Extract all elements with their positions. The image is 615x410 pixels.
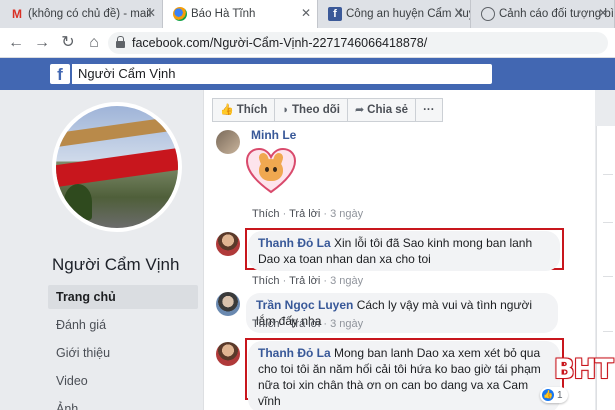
url-text: facebook.com/Người-Cẩm-Vịnh-227174606641… (132, 36, 428, 50)
url-field[interactable]: facebook.com/Người-Cẩm-Vịnh-227174606641… (108, 32, 608, 54)
nav-item-about[interactable]: Giới thiệu (48, 341, 198, 365)
reaction-count: 1 (557, 389, 563, 401)
facebook-icon: f (328, 7, 342, 21)
avatar[interactable] (216, 232, 240, 256)
reaction-badge[interactable]: 👍 1 (540, 387, 568, 403)
back-arrow-icon[interactable]: ← (6, 33, 26, 53)
comment-meta: Thích · Trả lời · 3 ngày (252, 275, 364, 287)
comment-time[interactable]: 3 ngày (330, 275, 363, 287)
close-tab-icon[interactable]: ✕ (146, 6, 156, 20)
comment-time[interactable]: 3 ngày (330, 208, 363, 220)
share-arrow-icon: ➦ (354, 104, 365, 116)
page-profile-picture[interactable] (52, 102, 182, 232)
page-left-column: Người Cẩm Vịnh Trang chủ Đánh giá Giới t… (0, 90, 203, 410)
close-tab-icon[interactable]: ✕ (454, 6, 464, 20)
close-tab-icon[interactable]: ✕ (301, 6, 311, 20)
browser-tab-facebook[interactable]: f Công an huyện Cẩm Xuy ✕ (318, 0, 471, 28)
comment-author[interactable]: Thanh Đỏ La (258, 346, 331, 360)
post-comments-card: 👍 Thích ◗ Theo dõi ➦ Chia sẻ ··· Minh Le… (203, 90, 595, 410)
gmail-icon: M (12, 7, 22, 21)
comment-author[interactable]: Minh Le (251, 128, 296, 142)
browser-tab-canhcao[interactable]: Cảnh cáo đối tượng bình ✕ (471, 0, 615, 28)
tab-title: (không có chủ đề) - mail (28, 8, 152, 20)
page-actions: 👍 Thích ◗ Theo dõi ➦ Chia sẻ ··· (212, 98, 443, 122)
avatar[interactable] (216, 130, 240, 154)
page-name[interactable]: Người Cẩm Vịnh (52, 255, 179, 275)
facebook-header: f Người Cẩm Vịnh (0, 58, 615, 90)
nav-item-reviews[interactable]: Đánh giá (48, 313, 198, 337)
comment-meta: Thích · Trả lời · 3 ngày (252, 318, 364, 330)
more-options-button[interactable]: ··· (415, 98, 443, 122)
comment-bubble: Thanh Đỏ La Xin lỗi tôi đã Sao kinh mong… (248, 231, 560, 271)
comment-author[interactable]: Thanh Đỏ La (258, 236, 331, 250)
lock-icon (116, 36, 125, 48)
page-nav: Trang chủ Đánh giá Giới thiệu Video Ảnh (48, 285, 198, 410)
close-tab-icon[interactable]: ✕ (598, 6, 608, 20)
tab-title: Công an huyện Cẩm Xuy (346, 8, 471, 20)
forward-arrow-icon[interactable]: → (32, 33, 52, 53)
comment-bubble: Thanh Đỏ La Mong ban lanh Dao xa xem xét… (248, 341, 560, 410)
reply-link[interactable]: Trả lời (289, 208, 320, 220)
reply-link[interactable]: Trả lời (289, 275, 320, 287)
nav-item-videos[interactable]: Video (48, 369, 198, 393)
facebook-search-input[interactable]: Người Cẩm Vịnh (72, 64, 492, 84)
baohatinh-icon (173, 7, 187, 21)
home-icon[interactable]: ⌂ (84, 33, 104, 53)
avatar[interactable] (216, 292, 240, 316)
fox-sticker-face (246, 148, 296, 194)
tab-title: Báo Hà Tĩnh (191, 8, 256, 20)
comment-meta: Thích · Trả lời · 3 ngày (252, 208, 364, 220)
globe-icon (481, 7, 495, 21)
nav-item-photos[interactable]: Ảnh (48, 397, 198, 410)
address-bar-row: ← → ↻ ⌂ facebook.com/Người-Cẩm-Vịnh-2271… (0, 28, 615, 58)
share-button[interactable]: ➦ Chia sẻ (346, 98, 417, 122)
browser-tab-gmail[interactable]: M (không có chủ đề) - mail ✕ (0, 0, 163, 28)
browser-tab-baohatinh[interactable]: Báo Hà Tĩnh ✕ (163, 0, 318, 28)
comment-time[interactable]: 3 ngày (330, 318, 363, 330)
bht-watermark-logo: BHT (554, 354, 614, 385)
reload-icon[interactable]: ↻ (58, 33, 78, 53)
comment-author[interactable]: Trần Ngọc Luyen (256, 298, 353, 312)
nav-item-home[interactable]: Trang chủ (48, 285, 198, 309)
rss-icon: ◗ (282, 104, 290, 116)
like-link[interactable]: Thích (252, 275, 280, 287)
browser-tab-bar: M (không có chủ đề) - mail ✕ Báo Hà Tĩnh… (0, 0, 615, 28)
thumbs-up-icon: 👍 (220, 104, 234, 116)
like-link[interactable]: Thích (252, 318, 280, 330)
facebook-logo-icon[interactable]: f (50, 64, 70, 84)
follow-button[interactable]: ◗ Theo dõi (274, 98, 348, 122)
thumbs-up-icon: 👍 (542, 389, 554, 401)
like-link[interactable]: Thích (252, 208, 280, 220)
avatar[interactable] (216, 342, 240, 366)
reply-link[interactable]: Trả lời (289, 318, 320, 330)
like-page-button[interactable]: 👍 Thích (212, 98, 276, 122)
